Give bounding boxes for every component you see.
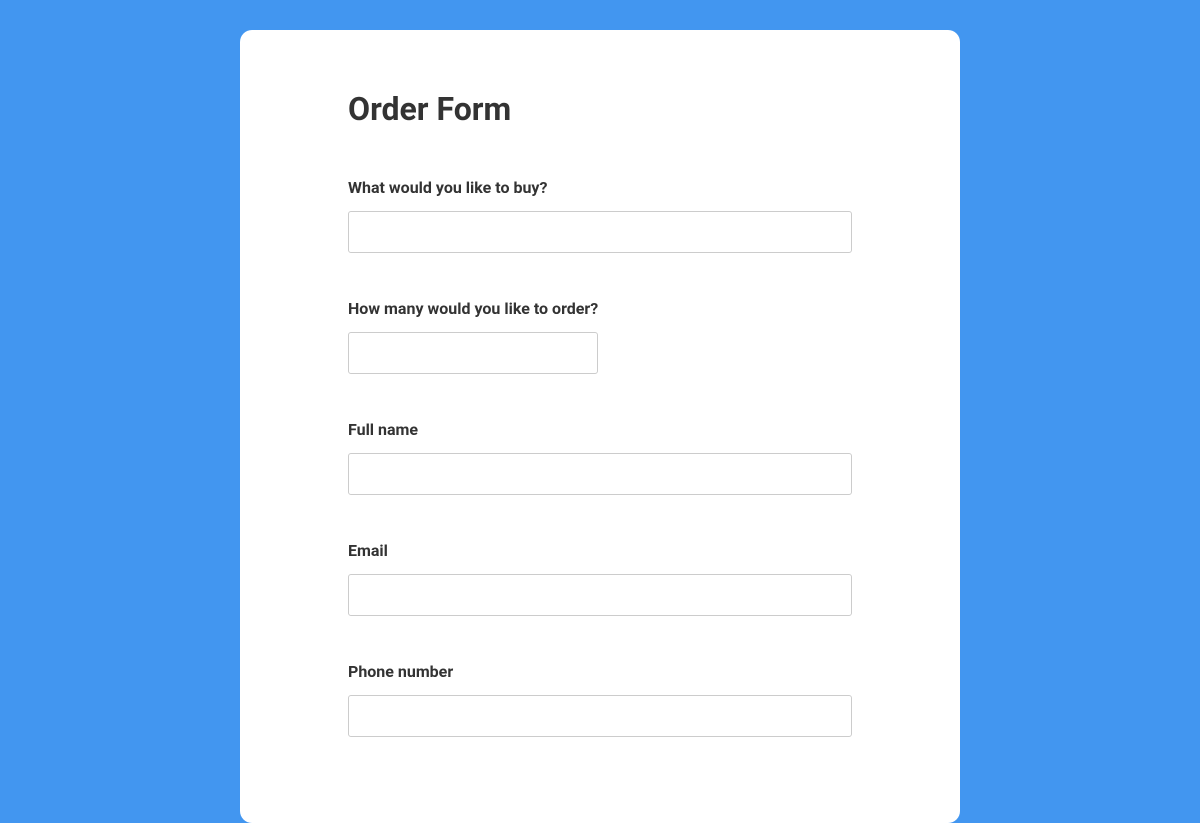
quantity-input[interactable] xyxy=(348,332,598,374)
quantity-label: How many would you like to order? xyxy=(348,299,852,318)
form-group-item: What would you like to buy? xyxy=(348,178,852,253)
phone-input[interactable] xyxy=(348,695,852,737)
phone-label: Phone number xyxy=(348,662,852,681)
fullname-input[interactable] xyxy=(348,453,852,495)
form-group-phone: Phone number xyxy=(348,662,852,737)
fullname-label: Full name xyxy=(348,420,852,439)
email-input[interactable] xyxy=(348,574,852,616)
form-group-email: Email xyxy=(348,541,852,616)
item-input[interactable] xyxy=(348,211,852,253)
form-group-fullname: Full name xyxy=(348,420,852,495)
email-label: Email xyxy=(348,541,852,560)
form-title: Order Form xyxy=(348,90,852,128)
item-label: What would you like to buy? xyxy=(348,178,852,197)
order-form-card: Order Form What would you like to buy? H… xyxy=(240,30,960,823)
form-group-quantity: How many would you like to order? xyxy=(348,299,852,374)
